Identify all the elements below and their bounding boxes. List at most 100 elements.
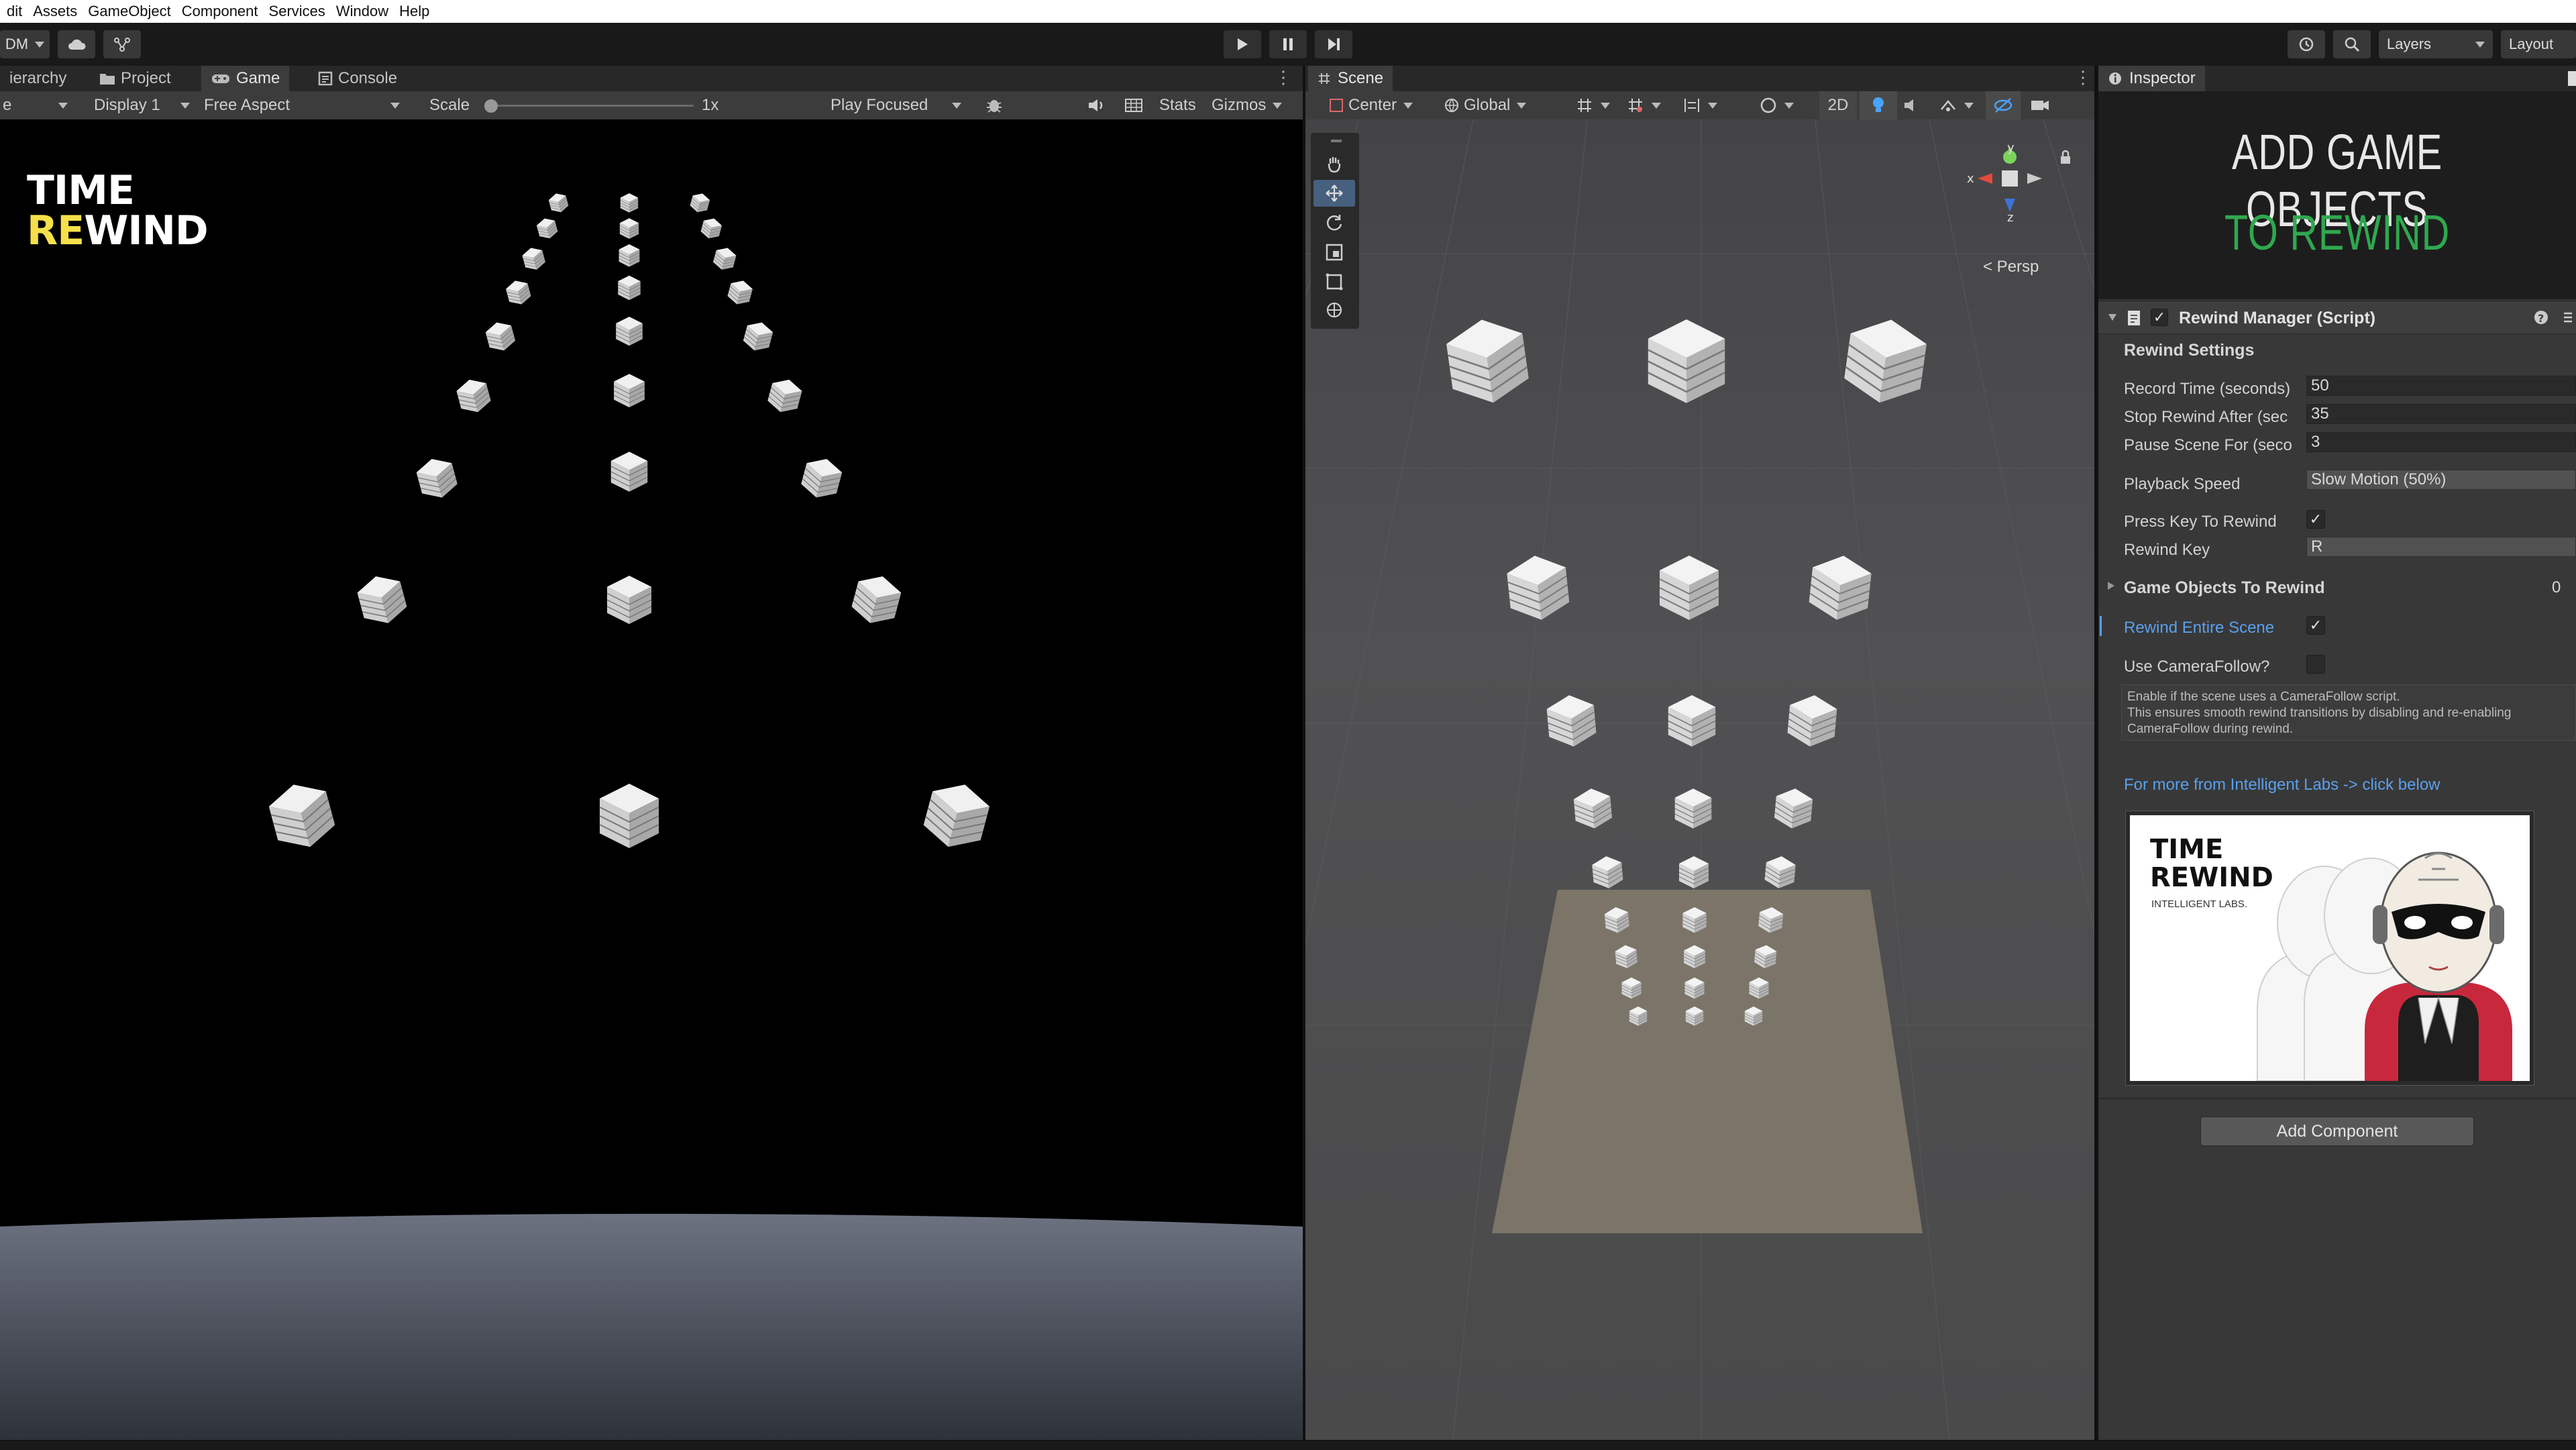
- aspect-dropdown[interactable]: Free Aspect: [204, 91, 400, 119]
- rewind-entire-scene-check: ✓: [2309, 617, 2322, 633]
- tab-scene-label: Scene: [1338, 69, 1384, 87]
- stop-rewind-field[interactable]: 35: [2306, 404, 2576, 424]
- rotate-icon: [1326, 215, 1342, 231]
- audio-icon[interactable]: [1087, 91, 1106, 119]
- menu-gameobject[interactable]: GameObject: [88, 3, 171, 20]
- lock-icon[interactable]: [2058, 149, 2073, 165]
- game-view[interactable]: TIME REWIND: [0, 119, 1303, 1440]
- lighting-toggle[interactable]: [1860, 91, 1897, 119]
- playback-speed-label: Playback Speed: [2124, 475, 2241, 493]
- audio-toggle[interactable]: [1902, 91, 1921, 119]
- rewind-key-dropdown[interactable]: R: [2306, 537, 2576, 557]
- play-mode-dropdown[interactable]: Play Focused: [830, 91, 962, 119]
- axis-gizmo[interactable]: y x z: [1963, 141, 2057, 221]
- tab-scene[interactable]: Scene: [1308, 66, 1393, 91]
- play-button[interactable]: [1224, 30, 1261, 58]
- step-button[interactable]: [1315, 30, 1352, 58]
- component-enabled-checkbox[interactable]: ✓: [2151, 309, 2168, 326]
- component-title: Rewind Manager (Script): [2179, 309, 2376, 327]
- intelligent-labs-link[interactable]: For more from Intelligent Labs -> click …: [2124, 776, 2440, 794]
- menu-help[interactable]: Help: [399, 3, 429, 20]
- step-icon: [1328, 38, 1340, 50]
- account-dropdown[interactable]: DM: [0, 30, 50, 58]
- stats-button[interactable]: Stats: [1159, 91, 1196, 119]
- game-objects-count[interactable]: 0: [2552, 578, 2561, 597]
- record-time-field[interactable]: 50: [2306, 376, 2576, 396]
- collab-button[interactable]: [103, 30, 141, 58]
- bug-icon[interactable]: [985, 91, 1004, 119]
- time-rewind-ad-image[interactable]: TIME REWIND INTELLIGENT LABS.: [2125, 811, 2534, 1086]
- help-icon[interactable]: ?: [2533, 309, 2549, 325]
- rewind-entire-scene-checkbox[interactable]: ✓: [2306, 616, 2325, 635]
- add-component-button[interactable]: Add Component: [2200, 1117, 2474, 1146]
- rotate-tool[interactable]: [1313, 209, 1355, 236]
- tab-project-label: Project: [121, 69, 171, 87]
- menu-services[interactable]: Services: [269, 3, 325, 20]
- grid-snap-dropdown[interactable]: [1575, 91, 1610, 119]
- axis-x-label: x: [1967, 172, 1974, 186]
- menu-component[interactable]: Component: [182, 3, 258, 20]
- inspector-lock-icon[interactable]: [2568, 71, 2576, 86]
- scale-slider-handle[interactable]: [484, 99, 498, 113]
- camera-dropdown[interactable]: [2030, 91, 2050, 119]
- perspective-label[interactable]: < Persp: [1983, 258, 2039, 276]
- history-button[interactable]: [2288, 30, 2325, 58]
- sphere-icon: [1760, 97, 1776, 113]
- component-header[interactable]: ✓ Rewind Manager (Script) ?: [2098, 301, 2576, 334]
- search-button[interactable]: [2333, 30, 2371, 58]
- increment-snap-dropdown[interactable]: [1626, 91, 1661, 119]
- pause-scene-field[interactable]: 3: [2306, 432, 2576, 452]
- hidden-objects-toggle[interactable]: [1986, 91, 2021, 119]
- rect-tool[interactable]: [1313, 268, 1355, 295]
- svg-text:?: ?: [2538, 312, 2544, 325]
- pause-button[interactable]: [1269, 30, 1307, 58]
- hand-tool[interactable]: [1313, 150, 1355, 177]
- pivot-dropdown[interactable]: Center: [1328, 91, 1413, 119]
- rewind-entire-scene-label: Rewind Entire Scene: [2124, 619, 2275, 637]
- scene-view[interactable]: y x z < Persp: [1305, 119, 2094, 1440]
- move-tool[interactable]: [1313, 180, 1355, 207]
- panel-menu-icon[interactable]: ⋮: [1275, 68, 1292, 87]
- scene-panel-menu-icon[interactable]: ⋮: [2074, 68, 2092, 86]
- effects-dropdown[interactable]: [1939, 91, 1974, 119]
- play-mode-label: Play Focused: [830, 96, 928, 114]
- component-enabled-check: ✓: [2153, 309, 2166, 325]
- inspector-banner: ADD GAME OBJECTS TO REWIND: [2098, 91, 2576, 299]
- menu-window[interactable]: Window: [336, 3, 388, 20]
- space-dropdown[interactable]: Global: [1444, 91, 1527, 119]
- pivot-icon: [1330, 99, 1343, 112]
- tab-hierarchy[interactable]: ierarchy: [0, 66, 76, 91]
- grid-view-icon[interactable]: [1124, 91, 1143, 119]
- cloud-button[interactable]: [58, 30, 95, 58]
- gizmos-dropdown[interactable]: Gizmos: [1212, 91, 1283, 119]
- stop-rewind-label: Stop Rewind After (sec: [2124, 408, 2288, 426]
- palette-grip[interactable]: [1331, 140, 1342, 142]
- layers-dropdown[interactable]: Layers: [2379, 30, 2493, 58]
- game-select-dropdown[interactable]: e: [3, 91, 68, 119]
- tab-inspector[interactable]: Inspector: [2098, 66, 2205, 91]
- tab-project[interactable]: Project: [90, 66, 180, 91]
- playback-speed-dropdown[interactable]: Slow Motion (50%): [2306, 470, 2576, 490]
- camera-follow-checkbox[interactable]: [2306, 655, 2325, 674]
- align-dropdown[interactable]: [1682, 91, 1717, 119]
- scale-slider-track[interactable]: [487, 105, 694, 107]
- press-key-check: ✓: [2309, 511, 2322, 527]
- tab-console[interactable]: Console: [309, 66, 407, 91]
- 2d-toggle[interactable]: 2D: [1819, 91, 1857, 119]
- layout-dropdown[interactable]: Layout: [2501, 30, 2576, 58]
- scale-tool[interactable]: [1313, 239, 1355, 266]
- foldout-arrow-icon[interactable]: [2108, 313, 2117, 321]
- game-select-label: e: [3, 96, 12, 114]
- menu-assets[interactable]: Assets: [33, 3, 77, 20]
- press-key-checkbox[interactable]: ✓: [2306, 510, 2325, 529]
- transform-icon: [1326, 302, 1342, 318]
- menu-bar: dit Assets GameObject Component Services…: [0, 0, 2576, 23]
- draw-mode-dropdown[interactable]: [1759, 91, 1794, 119]
- transform-tool[interactable]: [1313, 297, 1355, 323]
- scene-toolbar: Center Global 2D: [1305, 91, 2094, 120]
- tab-console-label: Console: [338, 69, 398, 87]
- component-settings-icon[interactable]: [2561, 309, 2575, 325]
- display-dropdown[interactable]: Display 1: [94, 91, 190, 119]
- menu-edit[interactable]: dit: [7, 3, 22, 20]
- tab-game[interactable]: Game: [201, 66, 290, 91]
